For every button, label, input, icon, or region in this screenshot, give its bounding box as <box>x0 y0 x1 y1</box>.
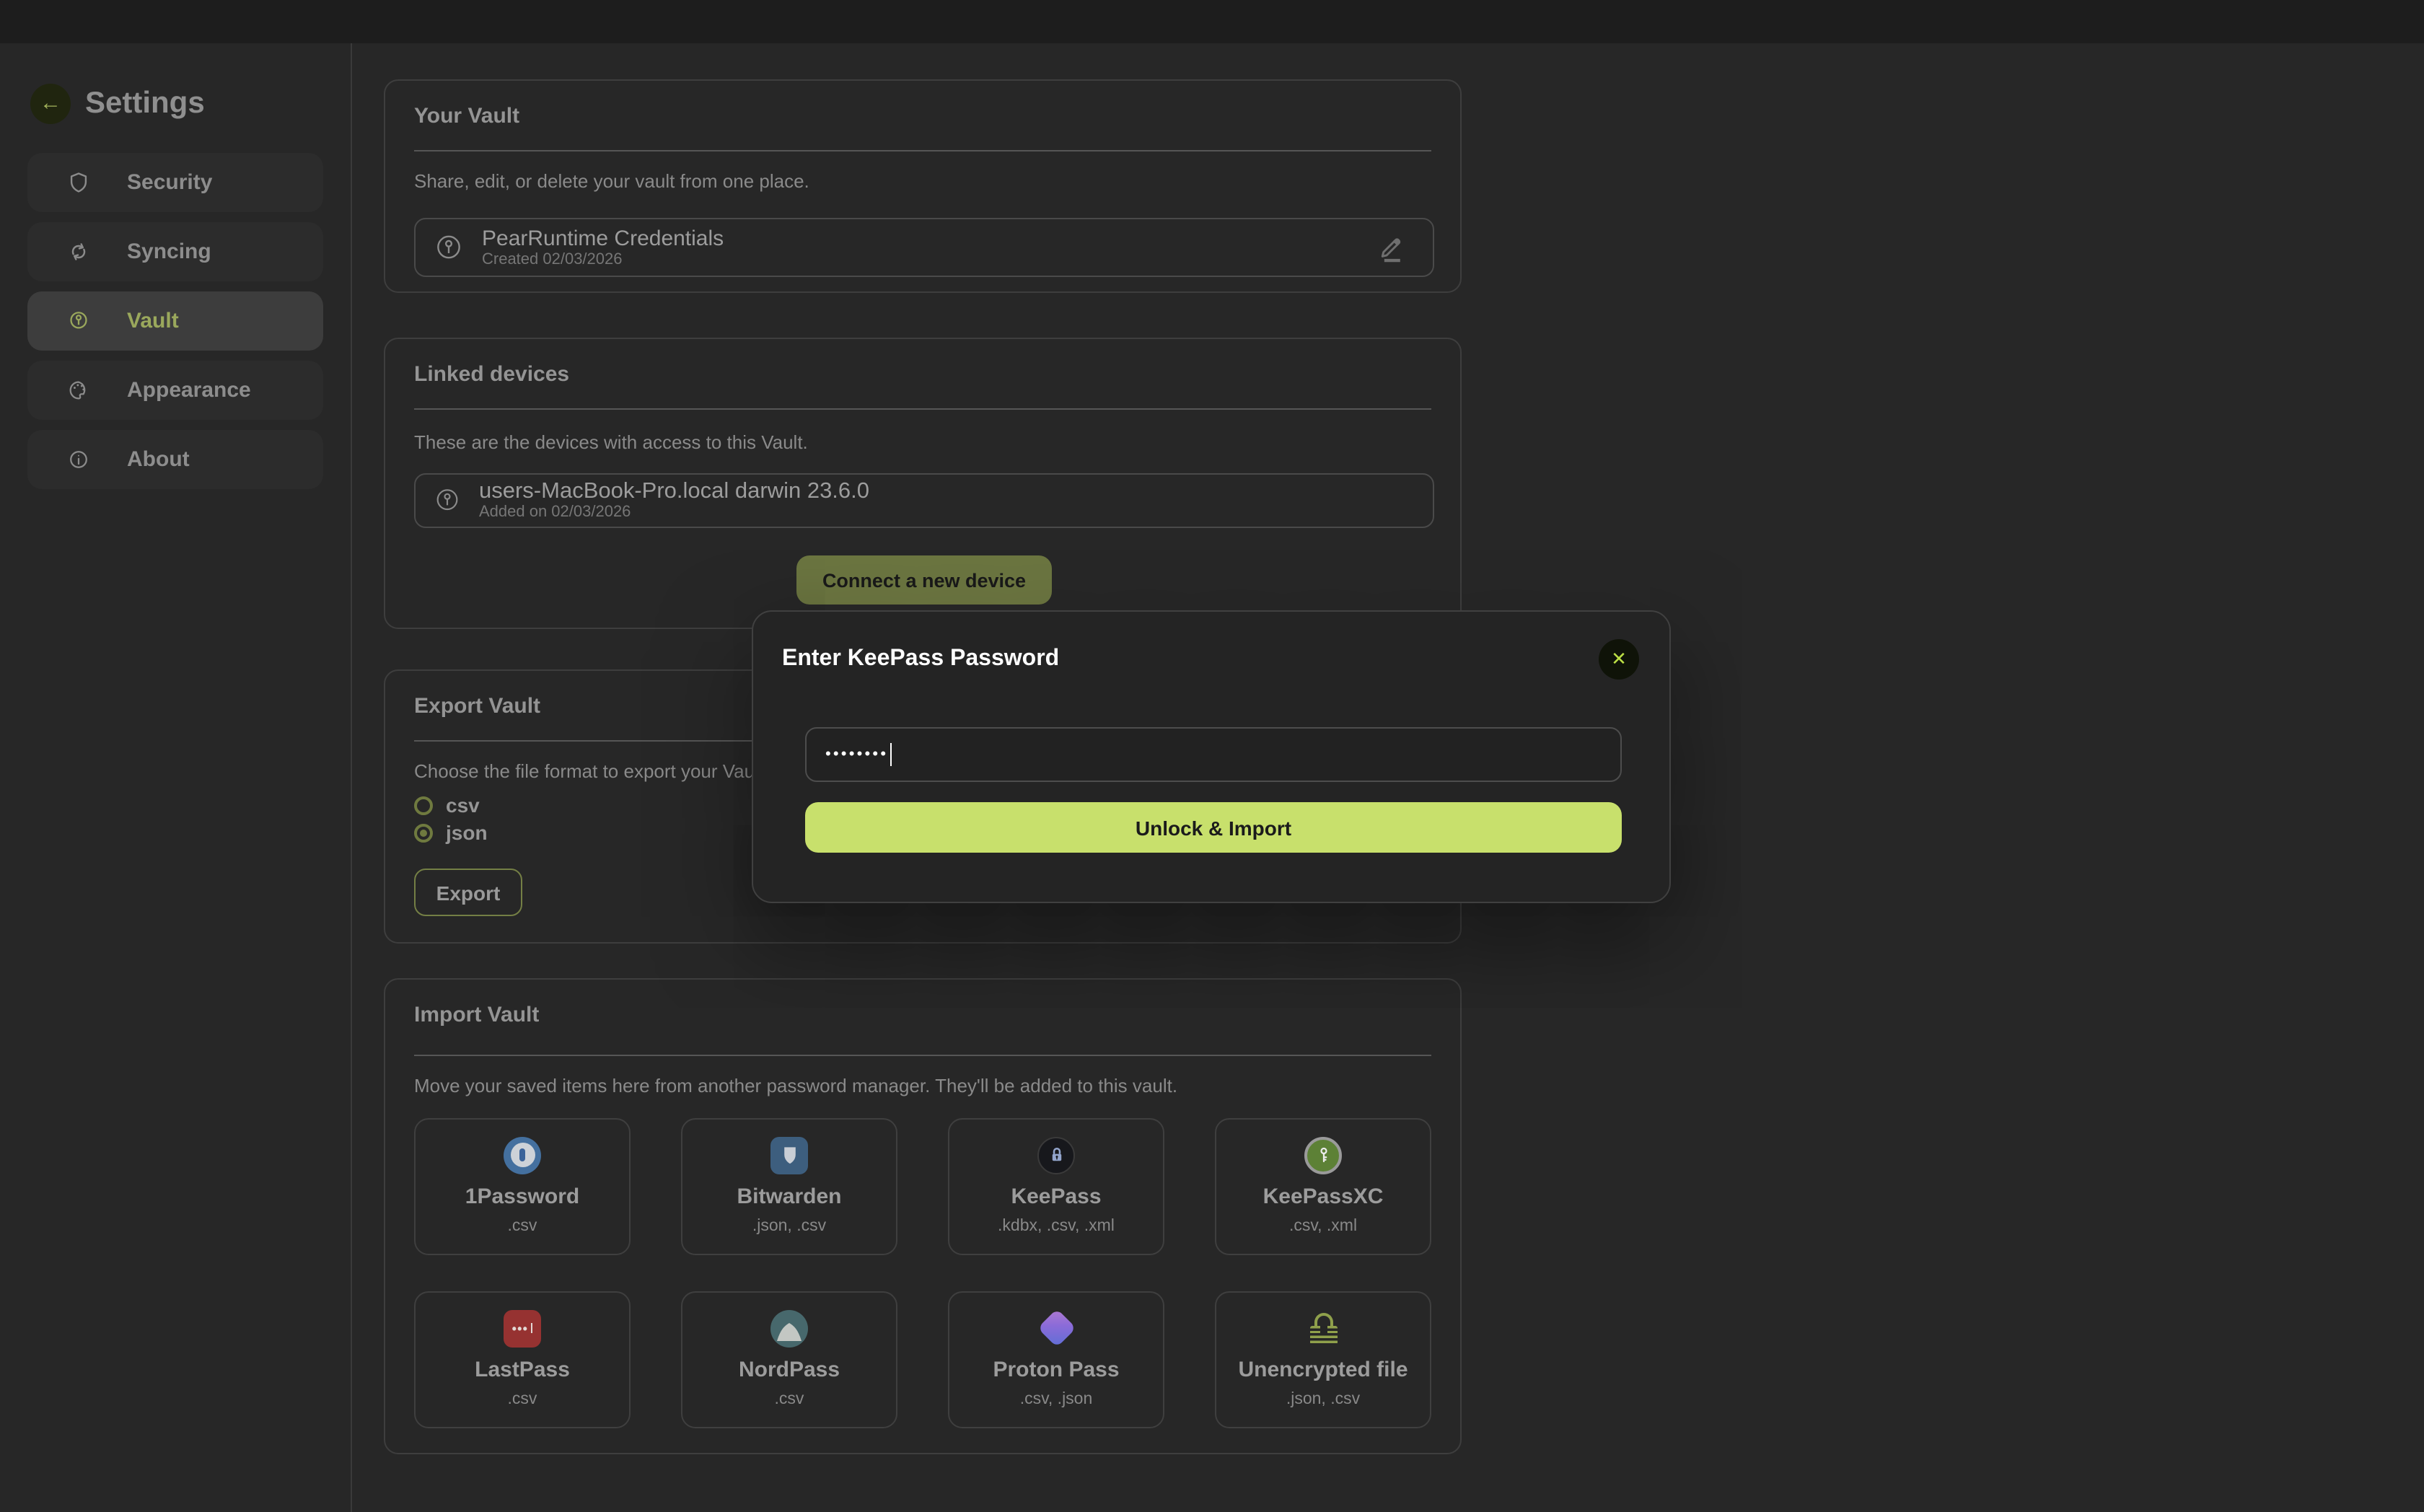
back-button[interactable]: ← <box>30 84 71 124</box>
shield-icon <box>66 170 91 195</box>
vault-created-date: Created 02/03/2026 <box>482 250 724 269</box>
info-icon <box>66 447 91 472</box>
unlock-import-button[interactable]: Unlock & Import <box>805 802 1622 853</box>
window-titlebar <box>0 0 2424 43</box>
radio-label: json <box>446 821 488 844</box>
sidebar-item-about[interactable]: About <box>27 430 323 489</box>
device-key-icon <box>433 486 462 515</box>
import-source-formats: .kdbx, .csv, .xml <box>998 1218 1115 1235</box>
radio-label: csv <box>446 794 480 817</box>
modal-close-button[interactable]: ✕ <box>1599 639 1639 680</box>
import-source-formats: .json, .csv <box>1286 1391 1360 1408</box>
import-card-unencrypted-file[interactable]: Unencrypted file .json, .csv <box>1215 1291 1431 1428</box>
page-title: Settings <box>85 87 205 121</box>
export-format-json-option[interactable]: json <box>414 821 488 844</box>
import-card-keepassxc[interactable]: KeePassXC .csv, .xml <box>1215 1118 1431 1255</box>
sidebar-item-label: Syncing <box>127 239 211 264</box>
import-source-formats: .csv, .json <box>1020 1391 1093 1408</box>
import-card-protonpass[interactable]: Proton Pass .csv, .json <box>948 1291 1164 1428</box>
import-source-formats: .csv, .xml <box>1289 1218 1357 1235</box>
settings-sidebar: ← Settings Security Syncing Vau <box>0 43 352 1512</box>
sidebar-item-label: Appearance <box>127 378 251 403</box>
import-source-name: Proton Pass <box>993 1358 1119 1382</box>
divider <box>414 150 1431 151</box>
import-source-formats: .csv <box>775 1391 804 1408</box>
import-source-name: KeePass <box>1011 1184 1101 1209</box>
vault-key-icon <box>66 309 91 333</box>
import-source-name: Unencrypted file <box>1238 1358 1408 1382</box>
import-source-formats: .csv <box>508 1218 537 1235</box>
section-title: Import Vault <box>414 1003 539 1027</box>
nordpass-icon <box>770 1309 809 1348</box>
sidebar-header: ← Settings <box>30 84 351 124</box>
section-description: Move your saved items here from another … <box>414 1075 1177 1096</box>
keepass-password-modal: Enter KeePass Password ✕ •••••••• Unlock… <box>752 610 1671 903</box>
import-source-name: KeePassXC <box>1263 1184 1384 1209</box>
your-vault-section: Your Vault Share, edit, or delete your v… <box>384 79 1462 293</box>
text-caret <box>890 743 892 766</box>
keepass-icon <box>1037 1135 1076 1174</box>
vault-row[interactable]: PearRuntime Credentials Created 02/03/20… <box>414 218 1434 277</box>
import-card-lastpass[interactable]: ••• LastPass .csv <box>414 1291 631 1428</box>
vault-info: PearRuntime Credentials Created 02/03/20… <box>482 226 724 269</box>
import-vault-section: Import Vault Move your saved items here … <box>384 978 1462 1454</box>
section-description: These are the devices with access to thi… <box>414 431 808 453</box>
export-format-csv-option[interactable]: csv <box>414 794 480 817</box>
import-source-name: LastPass <box>475 1358 570 1382</box>
import-source-name: NordPass <box>739 1358 840 1382</box>
export-button[interactable]: Export <box>414 869 522 916</box>
lastpass-icon: ••• <box>503 1309 542 1348</box>
pencil-icon <box>1375 232 1407 263</box>
import-sources-grid: 1Password .csv Bitwarden .json, .csv Kee… <box>414 1118 1434 1428</box>
import-source-formats: .csv <box>508 1391 537 1408</box>
palette-icon <box>66 378 91 403</box>
sidebar-item-appearance[interactable]: Appearance <box>27 361 323 420</box>
bitwarden-icon <box>770 1135 809 1174</box>
radio-button-csv[interactable] <box>414 796 433 814</box>
close-icon: ✕ <box>1611 648 1627 669</box>
modal-title: Enter KeePass Password <box>782 646 1059 672</box>
sync-icon <box>66 239 91 264</box>
section-title: Export Vault <box>414 694 540 718</box>
import-source-name: 1Password <box>465 1184 579 1209</box>
sidebar-item-label: About <box>127 447 190 472</box>
device-info: users-MacBook-Pro.local darwin 23.6.0 Ad… <box>479 479 869 522</box>
back-arrow-icon: ← <box>40 91 61 115</box>
unencrypted-lock-icon <box>1304 1309 1343 1348</box>
import-card-bitwarden[interactable]: Bitwarden .json, .csv <box>681 1118 897 1255</box>
radio-button-json[interactable] <box>414 823 433 842</box>
connect-new-device-button[interactable]: Connect a new device <box>796 555 1052 605</box>
import-source-formats: .json, .csv <box>752 1218 826 1235</box>
sidebar-item-security[interactable]: Security <box>27 153 323 212</box>
sidebar-item-label: Vault <box>127 309 179 333</box>
app-window: ← Settings Security Syncing Vau <box>0 0 2424 1512</box>
edit-vault-button[interactable] <box>1369 226 1413 269</box>
section-description: Share, edit, or delete your vault from o… <box>414 170 809 192</box>
keepassxc-icon <box>1304 1135 1343 1174</box>
device-added-date: Added on 02/03/2026 <box>479 504 869 522</box>
divider <box>414 408 1431 410</box>
section-title: Linked devices <box>414 362 569 387</box>
linked-devices-section: Linked devices These are the devices wit… <box>384 338 1462 629</box>
password-input[interactable]: •••••••• <box>805 727 1622 782</box>
device-name: users-MacBook-Pro.local darwin 23.6.0 <box>479 479 869 504</box>
sidebar-item-syncing[interactable]: Syncing <box>27 222 323 281</box>
section-title: Your Vault <box>414 104 519 128</box>
import-source-name: Bitwarden <box>737 1184 841 1209</box>
import-card-1password[interactable]: 1Password .csv <box>414 1118 631 1255</box>
1password-icon <box>503 1135 542 1174</box>
password-masked-value: •••••••• <box>825 727 888 782</box>
divider <box>414 1055 1431 1056</box>
vault-key-icon <box>433 232 465 263</box>
sidebar-nav: Security Syncing Vault Appearance <box>0 153 351 489</box>
sidebar-item-label: Security <box>127 170 212 195</box>
import-card-nordpass[interactable]: NordPass .csv <box>681 1291 897 1428</box>
import-card-keepass[interactable]: KeePass .kdbx, .csv, .xml <box>948 1118 1164 1255</box>
proton-pass-icon <box>1037 1309 1076 1348</box>
sidebar-item-vault[interactable]: Vault <box>27 291 323 351</box>
device-row[interactable]: users-MacBook-Pro.local darwin 23.6.0 Ad… <box>414 473 1434 528</box>
vault-name: PearRuntime Credentials <box>482 226 724 250</box>
section-description: Choose the file format to export your Va… <box>414 760 769 782</box>
